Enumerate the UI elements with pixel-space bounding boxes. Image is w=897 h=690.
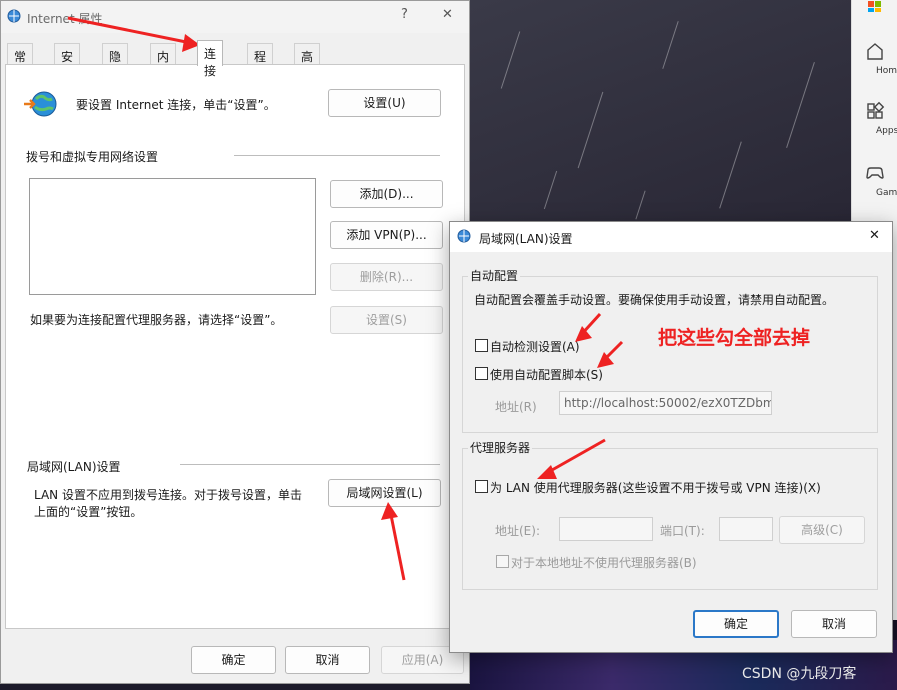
port-field[interactable] <box>719 517 773 541</box>
divider <box>234 155 440 156</box>
setup-description: 要设置 Internet 连接，单击“设置”。 <box>76 98 276 112</box>
auto-config-label: 自动配置 <box>468 267 521 284</box>
dialog-close-button[interactable]: ✕ <box>869 228 880 243</box>
side-item-gaming[interactable]: Gaming <box>852 162 897 198</box>
annotation-text: 把这些勾全部去掉 <box>658 327 811 349</box>
advanced-button[interactable]: 高级(C) <box>779 516 865 544</box>
auto-detect-label[interactable]: 自动检测设置(A) <box>490 338 580 355</box>
tab-content[interactable]: 内容 <box>150 43 177 81</box>
ok-button[interactable]: 确定 <box>191 646 276 674</box>
auto-script-checkbox[interactable] <box>475 367 488 380</box>
bypass-local-label[interactable]: 对于本地地址不使用代理服务器(B) <box>511 554 697 571</box>
port-label: 端口(T): <box>660 524 705 538</box>
dialog-title: 局域网(LAN)设置 <box>479 232 573 246</box>
home-icon <box>867 43 883 60</box>
use-proxy-label[interactable]: 为 LAN 使用代理服务器(这些设置不用于拨号或 VPN 连接)(X) <box>490 479 821 496</box>
proxy-address-label: 地址(E): <box>495 524 540 538</box>
side-item-apps[interactable]: Apps <box>852 100 897 136</box>
window-title: Internet 属性 <box>27 12 103 26</box>
tab-advanced[interactable]: 高级 <box>294 43 321 81</box>
globe-connect-icon <box>24 91 57 117</box>
auto-detect-checkbox[interactable] <box>475 339 488 352</box>
dialog-title-bar: 局域网(LAN)设置 ✕ <box>450 222 892 252</box>
internet-options-icon <box>7 9 21 23</box>
script-address-field[interactable]: http://localhost:50002/ezX0TZDbmi9 <box>559 391 772 415</box>
connections-listbox[interactable] <box>29 178 316 295</box>
tab-security[interactable]: 安全 <box>54 43 81 81</box>
proxy-hint-text: 如果要为连接配置代理服务器，请选择“设置”。 <box>30 313 283 327</box>
side-item-label: Apps <box>876 126 897 136</box>
cancel-button[interactable]: 取消 <box>285 646 370 674</box>
csdn-watermark: CSDN @九段刀客 <box>742 666 857 682</box>
gamepad-icon <box>866 167 884 179</box>
connections-panel: 要设置 Internet 连接，单击“设置”。 设置(U) 拨号和虚拟专用网络设… <box>5 64 465 629</box>
lan-settings-button[interactable]: 局域网设置(L) <box>328 479 441 507</box>
side-item-label: Home <box>876 66 897 76</box>
close-button[interactable]: ✕ <box>442 7 453 22</box>
dialog-ok-button[interactable]: 确定 <box>693 610 779 638</box>
tab-privacy[interactable]: 隐私 <box>102 43 129 81</box>
lan-description-line2: 上面的“设置”按钮。 <box>34 505 143 519</box>
internet-options-icon <box>457 229 471 243</box>
help-button[interactable]: ? <box>401 7 408 22</box>
divider <box>180 464 440 465</box>
side-item-home[interactable]: Home <box>852 40 897 76</box>
apps-icon <box>867 101 885 119</box>
proxy-server-label: 代理服务器 <box>468 439 533 456</box>
title-bar: Internet 属性 ? ✕ <box>1 1 469 33</box>
settings-button[interactable]: 设置(S) <box>330 306 443 334</box>
tab-connections[interactable]: 连接 <box>197 40 224 78</box>
store-icon <box>868 1 881 12</box>
tab-programs[interactable]: 程序 <box>247 43 274 81</box>
dialog-cancel-button[interactable]: 取消 <box>791 610 877 638</box>
add-vpn-button[interactable]: 添加 VPN(P)... <box>330 221 443 249</box>
lan-settings-dialog: 局域网(LAN)设置 ✕ 自动配置 自动配置会覆盖手动设置。要确保使用手动设置，… <box>449 221 893 653</box>
auto-script-label[interactable]: 使用自动配置脚本(S) <box>490 366 603 383</box>
bypass-local-checkbox[interactable] <box>496 555 509 568</box>
side-item-label: Gaming <box>876 188 897 198</box>
lan-description-line1: LAN 设置不应用到拨号连接。对于拨号设置，单击 <box>34 488 302 502</box>
setup-button[interactable]: 设置(U) <box>328 89 441 117</box>
use-proxy-checkbox[interactable] <box>475 480 488 493</box>
proxy-address-field[interactable] <box>559 517 653 541</box>
auto-config-description: 自动配置会覆盖手动设置。要确保使用手动设置，请禁用自动配置。 <box>474 293 835 307</box>
internet-properties-window: Internet 属性 ? ✕ 常规 安全 隐私 内容 连接 程序 高级 要设置… <box>0 0 470 684</box>
tab-general[interactable]: 常规 <box>7 43 34 81</box>
lan-settings-heading: 局域网(LAN)设置 <box>27 460 121 474</box>
remove-button[interactable]: 删除(R)... <box>330 263 443 291</box>
script-address-label: 地址(R) <box>495 400 537 414</box>
store-icon-tile[interactable] <box>852 0 897 22</box>
dialup-vpn-heading: 拨号和虚拟专用网络设置 <box>26 150 159 164</box>
add-button[interactable]: 添加(D)... <box>330 180 443 208</box>
